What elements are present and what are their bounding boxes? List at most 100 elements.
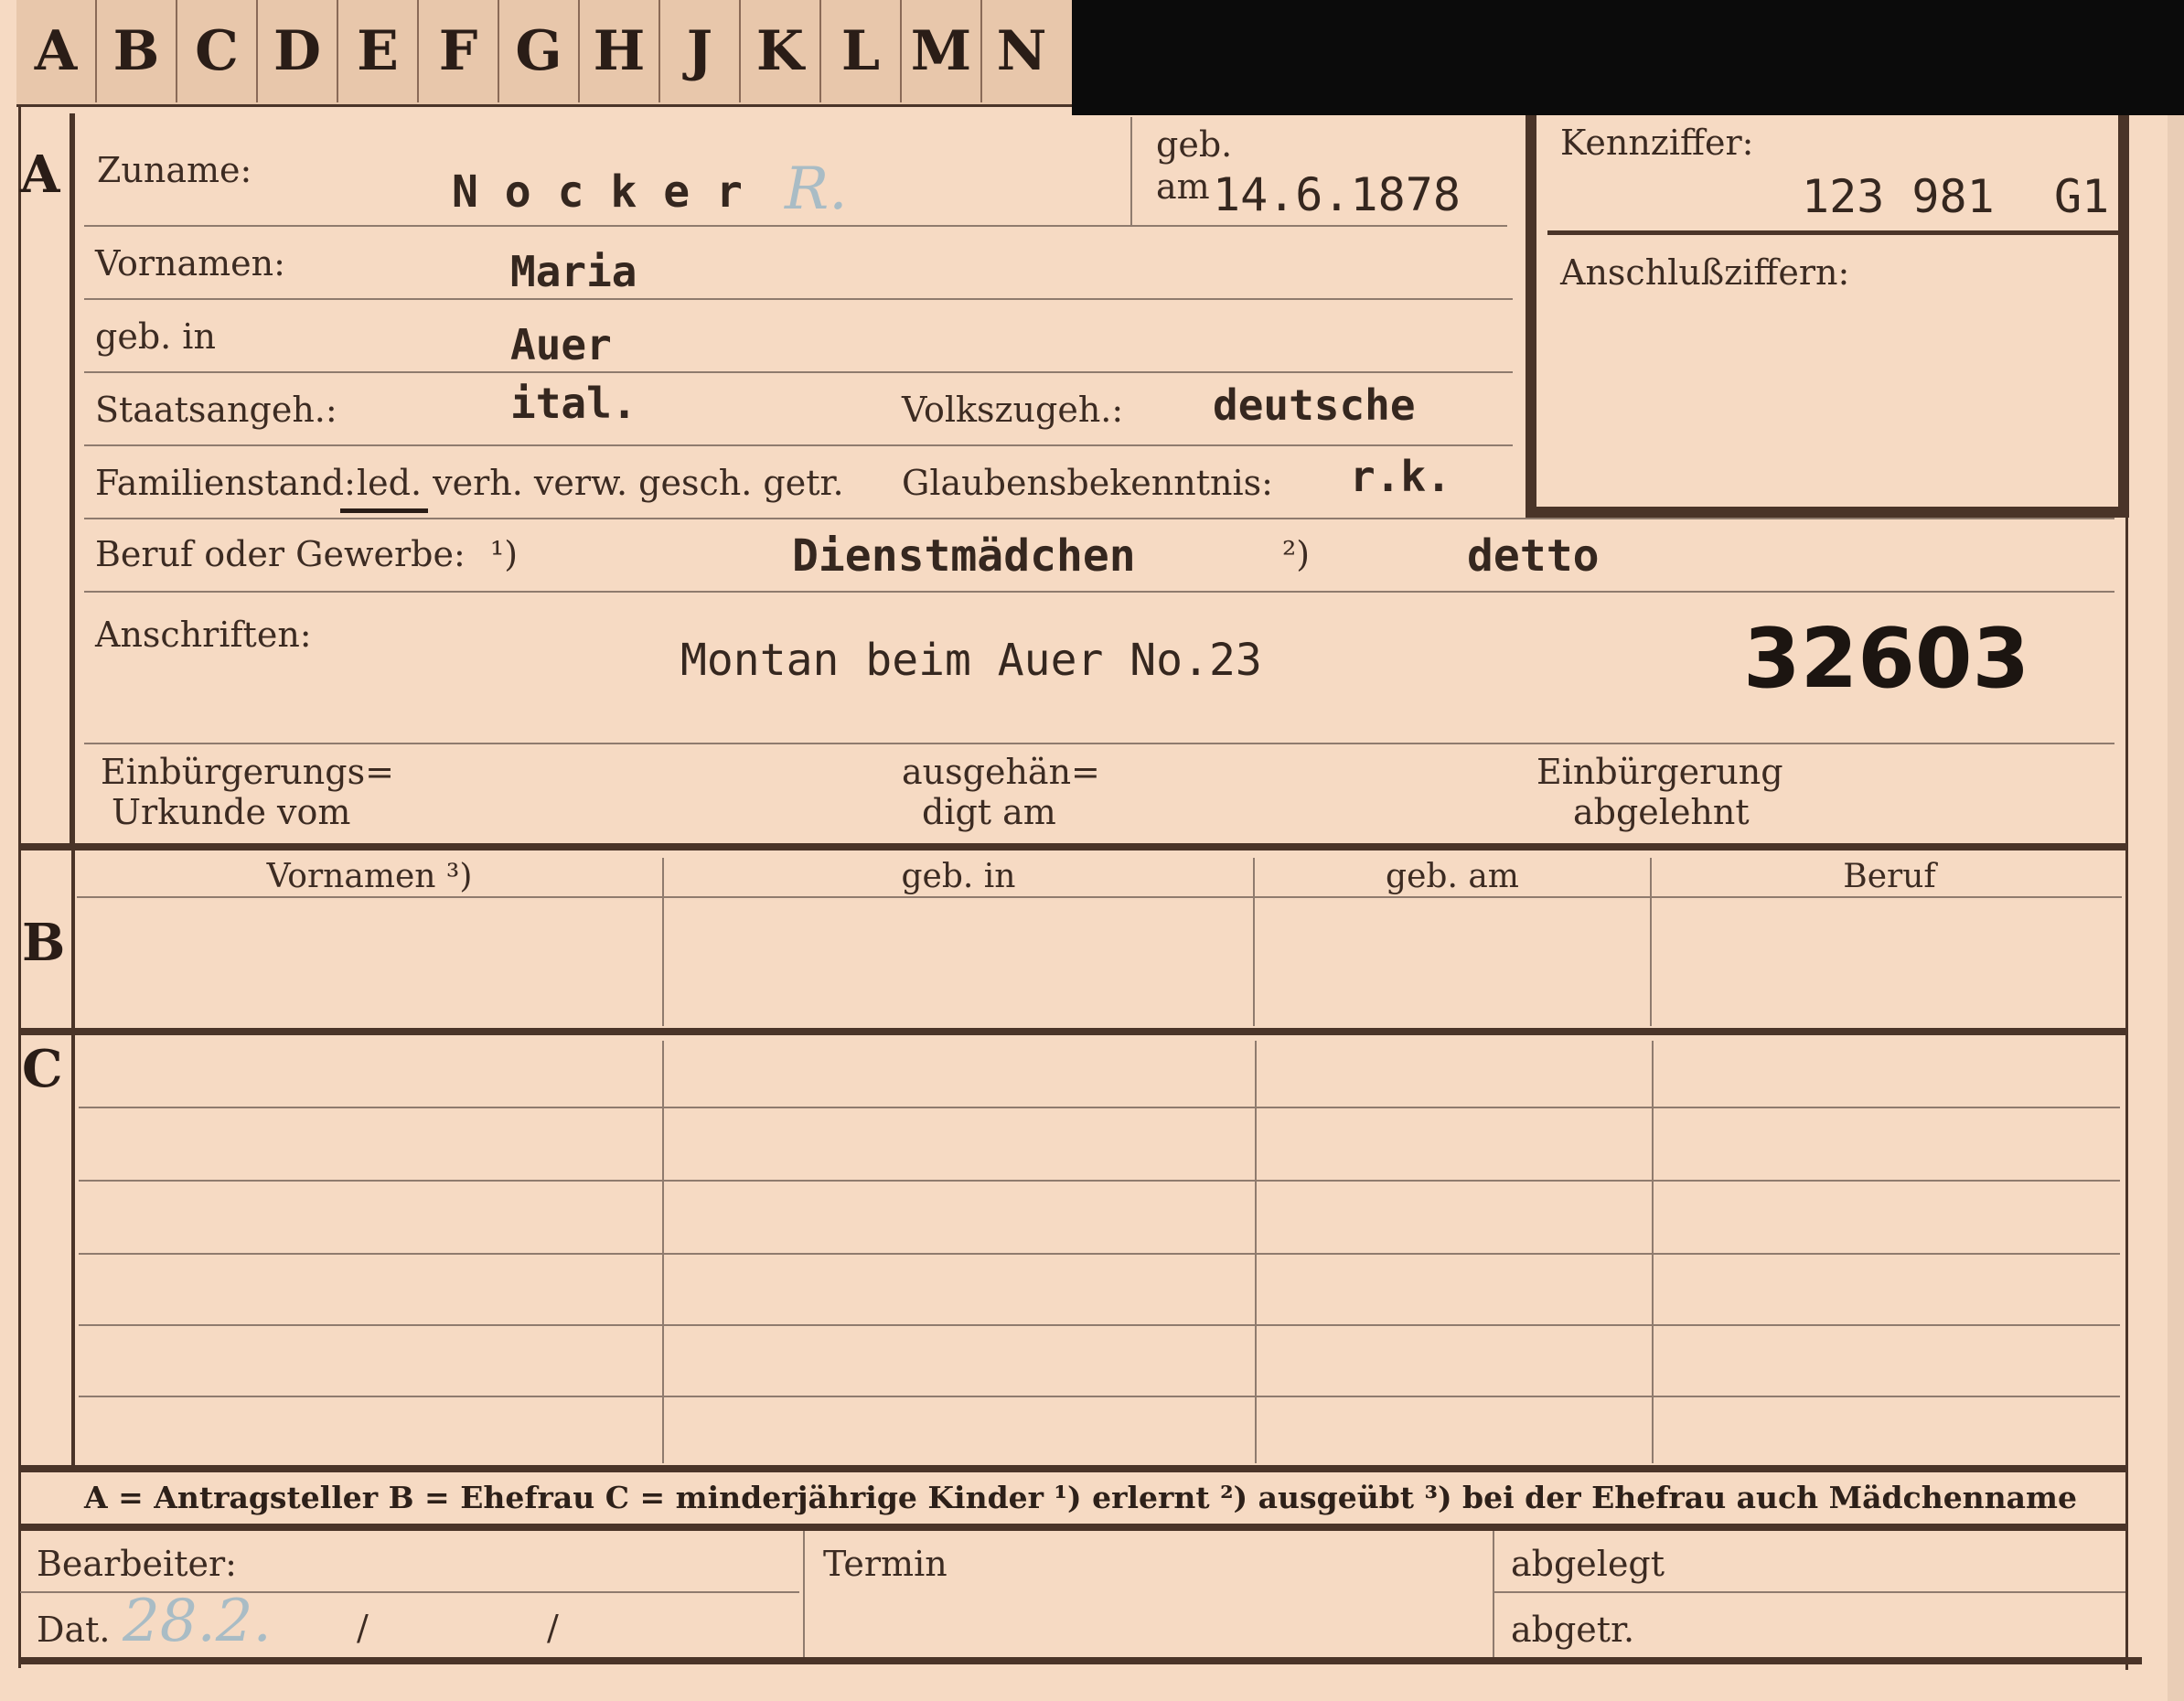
termin-label: Termin <box>823 1544 947 1584</box>
tab-letter: G <box>499 0 580 102</box>
birthplace-value: Auer <box>510 320 612 369</box>
bearbeiter-label: Bearbeiter: <box>37 1544 237 1584</box>
familienstand-label: Familienstand: <box>95 463 356 503</box>
anschlussziffern-label: Anschlußziffern: <box>1560 252 1850 293</box>
beruf-ausgeuebt-value: detto <box>1467 530 1600 582</box>
rule <box>79 1107 2120 1108</box>
tab-letter: J <box>660 0 741 102</box>
einbuergerung-abgelehnt-l1: Einbürgerung <box>1536 752 1783 792</box>
rule <box>84 743 2114 744</box>
zuname-pencil-mark: R. <box>785 155 848 223</box>
kenn-box-bottom <box>1526 507 2129 518</box>
section-b-top-rule <box>18 843 2127 850</box>
scan-background-corner <box>1072 0 2184 115</box>
beruf-footnote-2: ²) <box>1282 534 1311 574</box>
datum-pencil-value: 28.2. <box>123 1588 272 1655</box>
rule <box>84 371 1513 373</box>
tab-letter: H <box>580 0 660 102</box>
tab-letter: K <box>741 0 821 102</box>
kenn-value-rule <box>1547 230 2118 235</box>
b-col-gebin-header: geb. in <box>901 858 1016 895</box>
zuname-value: N o c k e r <box>452 166 743 218</box>
volkszugehoerigkeit-value: deutsche <box>1213 380 1416 430</box>
rule <box>84 225 1507 227</box>
rule <box>1255 1041 1257 1463</box>
vornamen-value: Maria <box>510 247 637 296</box>
geb-label: geb. <box>1156 124 1233 165</box>
legend-top-rule <box>18 1465 2127 1472</box>
b-col-gebam-header: geb. am <box>1386 858 1519 895</box>
anschriften-label: Anschriften: <box>95 615 312 655</box>
section-b-marker: B <box>22 913 66 973</box>
staatsangehoerigkeit-label: Staatsangeh.: <box>95 390 337 430</box>
birth-date-value: 14.6.1878 <box>1213 168 1461 221</box>
section-b-left-rule <box>71 850 75 1030</box>
ausgehaendigt-label-l2: digt am <box>922 792 1056 832</box>
tab-letter: A <box>16 0 97 102</box>
rule <box>1494 1591 2125 1593</box>
rule <box>84 518 2114 519</box>
b-col-vornamen-header: Vornamen ³) <box>266 858 473 895</box>
anschrift-value: Montan beim Auer No.23 <box>680 635 1262 686</box>
kenn-box-left <box>1526 115 1536 518</box>
tab-letter: E <box>338 0 419 102</box>
tab-letter: C <box>177 0 258 102</box>
file-number-stamp: 32603 <box>1743 611 2030 707</box>
rule <box>1652 1041 1654 1463</box>
datum-label: Dat. <box>37 1610 111 1650</box>
alphabet-tab-strip: A B C D E F G H J K L M N <box>16 0 1072 107</box>
staatsangehoerigkeit-value: ital. <box>510 379 637 428</box>
beruf-footnote-1: ¹) <box>490 534 519 574</box>
section-a-marker: A <box>20 144 60 205</box>
ausgehaendigt-label-l1: ausgehän= <box>902 752 1100 792</box>
familienstand-options: led. verh. verw. gesch. getr. <box>357 463 844 503</box>
vornamen-label: Vornamen: <box>95 243 285 284</box>
rule <box>79 1180 2120 1182</box>
legend-bottom-rule <box>18 1524 2127 1531</box>
tab-letter: N <box>996 19 1047 83</box>
rule <box>79 1396 2120 1397</box>
section-c-top-rule <box>18 1028 2127 1035</box>
abgetragen-label: abgetr. <box>1511 1610 1635 1650</box>
rule <box>84 591 2114 593</box>
tab-letter: D <box>258 0 338 102</box>
datum-slash-2: / <box>547 1608 559 1648</box>
kennziffer-suffix: G1 <box>2054 170 2110 223</box>
glaubensbekenntnis-label: Glaubensbekenntnis: <box>902 463 1273 503</box>
rule <box>803 1531 805 1657</box>
einbuergerung-abgelehnt-l2: abgelehnt <box>1573 792 1750 832</box>
rule <box>662 1041 664 1463</box>
scan-right-edge <box>2168 115 2184 1701</box>
legend-text: A = Antragsteller B = Ehefrau C = minder… <box>84 1480 2077 1515</box>
abgelegt-label: abgelegt <box>1511 1544 1665 1584</box>
datum-slash-1: / <box>357 1608 369 1648</box>
einbuergerungsurkunde-label-l2: Urkunde vom <box>112 792 351 832</box>
rule <box>79 1253 2120 1255</box>
volkszugehoerigkeit-label: Volkszugeh.: <box>902 390 1124 430</box>
tab-letter: L <box>821 0 902 102</box>
zuname-label: Zuname: <box>97 150 252 190</box>
tab-letter: F <box>419 0 499 102</box>
section-c-marker: C <box>22 1039 63 1099</box>
kennziffer-label: Kennziffer: <box>1560 123 1754 163</box>
registration-card: A B C D E F G H J K L M N A B C Kennziff… <box>0 0 2184 1701</box>
tab-letter: M <box>902 0 982 102</box>
section-a-left-rule <box>70 113 75 845</box>
kenn-box-right <box>2118 115 2129 518</box>
b-col-beruf-header: Beruf <box>1843 858 1936 895</box>
glaubensbekenntnis-value: r.k. <box>1350 452 1451 501</box>
card-bottom-edge <box>18 1657 2142 1664</box>
card-left-edge <box>18 104 21 1668</box>
section-c-left-rule <box>71 1035 75 1467</box>
rule <box>79 1324 2120 1326</box>
rule <box>1493 1531 1494 1657</box>
kennziffer-value: 123 981 <box>1802 170 1995 223</box>
rule <box>77 896 2122 898</box>
familienstand-selection-underline <box>340 508 428 513</box>
rule <box>1130 117 1132 227</box>
einbuergerungsurkunde-label-l1: Einbürgerungs= <box>101 752 394 792</box>
beruf-erlernt-value: Dienstmädchen <box>792 530 1136 582</box>
tab-letter: B <box>97 0 177 102</box>
rule <box>84 298 1513 300</box>
birthplace-label: geb. in <box>95 316 216 357</box>
